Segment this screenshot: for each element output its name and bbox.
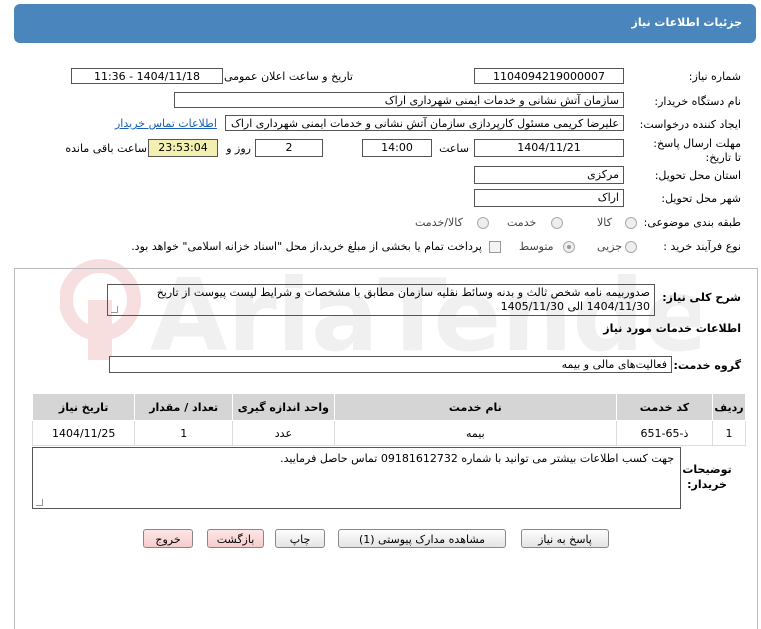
city-field: اراک (474, 189, 624, 207)
contact-buyer-link[interactable]: اطلاعات تماس خریدار (115, 117, 217, 130)
buyer-org-label: نام دستگاه خریدار: (654, 95, 741, 108)
days-field: 2 (255, 139, 323, 157)
process-medium-label: متوسط (519, 240, 554, 253)
services-table: ردیف کد خدمت نام خدمت واحد اندازه گیری ت… (31, 393, 746, 446)
need-number-field: 1104094219000007 (474, 68, 624, 84)
remaining-label: ساعت باقی مانده (65, 142, 147, 155)
days-label: روز و (226, 142, 251, 155)
cell-date: 1404/11/25 (31, 420, 136, 446)
province-label: استان محل تحویل: (654, 169, 741, 182)
process-label: نوع فرآیند خرید : (663, 240, 741, 253)
col-date: تاریخ نیاز (31, 393, 136, 421)
cell-code: ذ-65-651 (615, 420, 714, 446)
announce-field: 1404/11/18 - 11:36 (71, 68, 223, 84)
col-unit: واحد اندازه گیری (232, 393, 335, 421)
col-row: ردیف (712, 393, 746, 421)
category-goods-radio[interactable] (625, 217, 637, 229)
category-label: طبقه بندی موضوعی: (643, 216, 741, 229)
services-table-header: ردیف کد خدمت نام خدمت واحد اندازه گیری ت… (31, 393, 746, 421)
deadline-label: مهلت ارسال پاسخ: تا تاریخ: (653, 137, 741, 164)
cell-unit: عدد (232, 420, 335, 446)
back-button[interactable]: بازگشت (207, 529, 264, 548)
print-button[interactable]: چاپ (275, 529, 325, 548)
need-number-label: شماره نیاز: (688, 70, 741, 83)
table-row: 1 ذ-65-651 بیمه عدد 1 1404/11/25 (31, 420, 746, 446)
deadline-date-field: 1404/11/21 (474, 139, 624, 157)
page-header: جزئیات اطلاعات نیاز (14, 4, 756, 43)
buyer-notes-text: جهت کسب اطلاعات بیشتر می توانید با شماره… (32, 447, 681, 509)
service-group-label: گروه خدمت: (673, 359, 741, 372)
category-goods-service-label: کالا/خدمت (415, 216, 463, 229)
col-qty: تعداد / مقدار (134, 393, 234, 421)
description-label: شرح کلی نیاز: (662, 291, 741, 304)
category-service-label: خدمت (507, 216, 537, 229)
col-name: نام خدمت (333, 393, 617, 421)
attachments-button[interactable]: مشاهده مدارک پیوستی (1) (338, 529, 506, 548)
category-service-radio[interactable] (551, 217, 563, 229)
process-minor-radio[interactable] (625, 241, 637, 253)
announce-label: تاریخ و ساعت اعلان عمومی: (220, 70, 353, 83)
reply-button[interactable]: پاسخ به نیاز (521, 529, 609, 548)
treasury-checkbox[interactable] (489, 241, 501, 253)
category-goods-service-radio[interactable] (477, 217, 489, 229)
process-medium-radio[interactable] (563, 241, 575, 253)
process-minor-label: جزیی (597, 240, 623, 253)
page-title: جزئیات اطلاعات نیاز (631, 16, 743, 29)
description-resize-handle[interactable] (111, 306, 118, 313)
category-goods-label: کالا (597, 216, 612, 229)
buyer-org-field: سازمان آتش نشانی و خدمات ایمنی شهرداری ا… (174, 92, 624, 108)
exit-button[interactable]: خروج (143, 529, 193, 548)
province-field: مرکزی (474, 166, 624, 184)
service-group-field: فعالیت‌های مالی و بیمه (109, 356, 672, 373)
cell-row: 1 (712, 420, 746, 446)
notes-resize-handle[interactable] (36, 499, 43, 506)
city-label: شهر محل تحویل: (661, 192, 741, 205)
cell-name: بیمه (333, 420, 617, 446)
buyer-notes-label: توضیحات خریدار: (682, 463, 732, 491)
cell-qty: 1 (134, 420, 234, 446)
col-code: کد خدمت (615, 393, 714, 421)
deadline-time-field: 14:00 (362, 139, 432, 157)
services-section-title: اطلاعات خدمات مورد نیاز (603, 322, 741, 335)
description-text: صدوربیمه نامه شخص ثالث و بدنه وسائط نقلی… (107, 284, 655, 316)
creator-label: ایجاد کننده درخواست: (639, 118, 741, 131)
payment-note: پرداخت تمام یا بخشی از مبلغ خرید،از محل … (131, 240, 482, 253)
creator-field: علیرضا کریمی مسئول کارپردازی سازمان آتش … (225, 115, 624, 131)
time-label: ساعت (439, 142, 469, 155)
remaining-time-field: 23:53:04 (148, 139, 218, 157)
